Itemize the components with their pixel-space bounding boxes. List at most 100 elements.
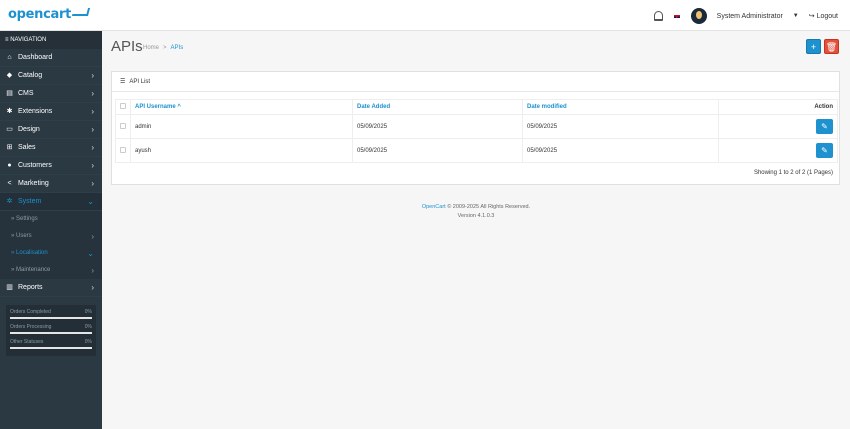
sidebar-item-label: Design: [18, 126, 40, 133]
row-select-cell: [115, 114, 131, 139]
username-cell: admin: [130, 114, 353, 139]
table-header-row: API Username ^ Date Added Date modified …: [115, 99, 838, 115]
sort-date-added-header[interactable]: Date Added: [352, 99, 523, 115]
sort-username-header[interactable]: API Username ^: [130, 99, 353, 115]
sidebar-item-sales[interactable]: ⊞ Sales ›: [0, 139, 102, 157]
edit-button[interactable]: ✎: [816, 143, 833, 158]
progress-bar: [10, 317, 92, 319]
sort-date-modified-header[interactable]: Date modified: [522, 99, 719, 115]
sidebar-item-dashboard[interactable]: ⌂ Dashboard: [0, 49, 102, 67]
language-flag-icon[interactable]: [672, 13, 681, 19]
date-modified-cell: 05/09/2025: [522, 114, 719, 139]
row-checkbox[interactable]: [120, 146, 126, 153]
table-row: ayush 05/09/2025 05/09/2025 ✎: [115, 138, 838, 163]
menu-icon: ≡: [5, 37, 9, 43]
breadcrumb: Home > APIs: [143, 45, 183, 51]
bar-chart-icon: ▥: [6, 284, 13, 291]
progress-bar: [10, 332, 92, 334]
sidebar-item-reports[interactable]: ▥ Reports ›: [0, 279, 102, 297]
breadcrumb-separator-icon: >: [163, 45, 167, 51]
sidebar-subitem-settings[interactable]: » Settings: [0, 211, 102, 228]
sidebar-item-label: Customers: [18, 162, 52, 169]
chevron-right-icon: ›: [91, 161, 94, 170]
select-all-cell: [115, 99, 131, 115]
sidebar-item-label: Reports: [18, 284, 43, 291]
sidebar-item-label: Dashboard: [18, 54, 53, 61]
user-menu[interactable]: System Administrator: [717, 13, 783, 20]
logout-label: Logout: [816, 13, 838, 20]
breadcrumb-current[interactable]: APIs: [171, 45, 184, 51]
stat-row: Orders Processing 0%: [10, 324, 92, 334]
chevron-down-icon: ⌄: [87, 249, 94, 258]
sidebar-subitem-label: Localisation: [16, 250, 48, 256]
progress-bar: [10, 347, 92, 349]
puzzle-icon: ✱: [6, 108, 13, 115]
chevron-right-icon: ›: [91, 143, 94, 152]
chevron-right-icon: ›: [91, 179, 94, 188]
copyright-text: © 2009-2025 All Rights Reserved.: [445, 204, 531, 210]
sidebar-item-label: Catalog: [18, 72, 43, 79]
double-chevron-icon: »: [11, 216, 15, 222]
sidebar-item-cms[interactable]: ▤ CMS ›: [0, 85, 102, 103]
footer: OpenCart © 2009-2025 All Rights Reserved…: [102, 203, 850, 221]
chevron-right-icon: ›: [91, 89, 94, 98]
nav-title-text: NAVIGATION: [10, 37, 47, 43]
pagination-summary: Showing 1 to 2 of 2 (1 Pages): [753, 170, 833, 176]
chevron-right-icon: ›: [91, 71, 94, 80]
chevron-right-icon: ›: [91, 107, 94, 116]
action-header: Action: [718, 99, 838, 115]
action-cell: ✎: [718, 138, 838, 163]
stat-value: 0%: [84, 309, 92, 315]
cart-icon: ⊞: [6, 144, 13, 151]
page-title: APIs: [111, 38, 143, 55]
double-chevron-icon: »: [11, 233, 15, 239]
sidebar-item-design[interactable]: ▭ Design ›: [0, 121, 102, 139]
sidebar-item-label: Sales: [18, 144, 36, 151]
row-select-cell: [115, 138, 131, 163]
double-chevron-icon: »: [11, 267, 15, 273]
header-right: System Administrator ▼ ↪ Logout: [653, 8, 838, 24]
sidebar-item-label: Extensions: [18, 108, 53, 115]
stat-label: Other Statuses: [10, 339, 44, 345]
sidebar-subitem-label: Settings: [16, 216, 38, 222]
select-all-checkbox[interactable]: [120, 103, 126, 109]
api-list-panel: ☰ API List API Username ^ Date Added Date…: [111, 71, 840, 185]
sidebar-subitem-maintenance[interactable]: » Maintenance ›: [0, 262, 102, 279]
opencart-link[interactable]: OpenCart: [422, 204, 446, 210]
chevron-right-icon: ›: [91, 232, 94, 241]
add-button[interactable]: +: [806, 39, 821, 54]
nav-title: ≡ NAVIGATION: [0, 31, 102, 49]
edit-button[interactable]: ✎: [816, 119, 833, 134]
api-table: API Username ^ Date Added Date modified …: [115, 99, 838, 163]
cart-logo-icon: [71, 8, 91, 16]
trash-icon: 🗑︎: [825, 42, 838, 52]
breadcrumb-home[interactable]: Home: [143, 45, 159, 51]
stat-row: Other Statuses 0%: [10, 339, 92, 349]
pencil-icon: ✎: [821, 146, 828, 155]
bell-icon[interactable]: [653, 11, 663, 21]
sidebar-subitem-localisation[interactable]: » Localisation ⌄: [0, 245, 102, 262]
sidebar-item-customers[interactable]: ● Customers ›: [0, 157, 102, 175]
home-icon: ⌂: [7, 54, 12, 61]
sidebar-subitem-users[interactable]: » Users ›: [0, 228, 102, 245]
user-icon: ●: [7, 162, 12, 169]
stat-value: 0%: [84, 339, 92, 345]
delete-button[interactable]: 🗑︎: [824, 39, 839, 54]
sidebar-item-label: Marketing: [18, 180, 49, 187]
chevron-right-icon: ›: [91, 266, 94, 275]
logout-link[interactable]: ↪ Logout: [809, 12, 838, 20]
sidebar-item-extensions[interactable]: ✱ Extensions ›: [0, 103, 102, 121]
chevron-down-icon: ⌄: [87, 197, 94, 206]
stat-label: Orders Completed: [10, 309, 51, 315]
username-cell: ayush: [130, 138, 353, 163]
sidebar: ≡ NAVIGATION ⌂ Dashboard ◆ Catalog › ▤ CMS › …: [0, 31, 102, 429]
action-cell: ✎: [718, 114, 838, 139]
sidebar-item-catalog[interactable]: ◆ Catalog ›: [0, 67, 102, 85]
avatar[interactable]: [690, 8, 707, 24]
opencart-logo[interactable]: opencart: [8, 7, 91, 22]
row-checkbox[interactable]: [120, 122, 126, 129]
list-icon: ☰: [120, 79, 126, 85]
chevron-down-icon[interactable]: ▼: [793, 13, 799, 19]
sidebar-item-marketing[interactable]: < Marketing ›: [0, 175, 102, 193]
sidebar-item-system[interactable]: ✲ System ⌄: [0, 193, 102, 211]
